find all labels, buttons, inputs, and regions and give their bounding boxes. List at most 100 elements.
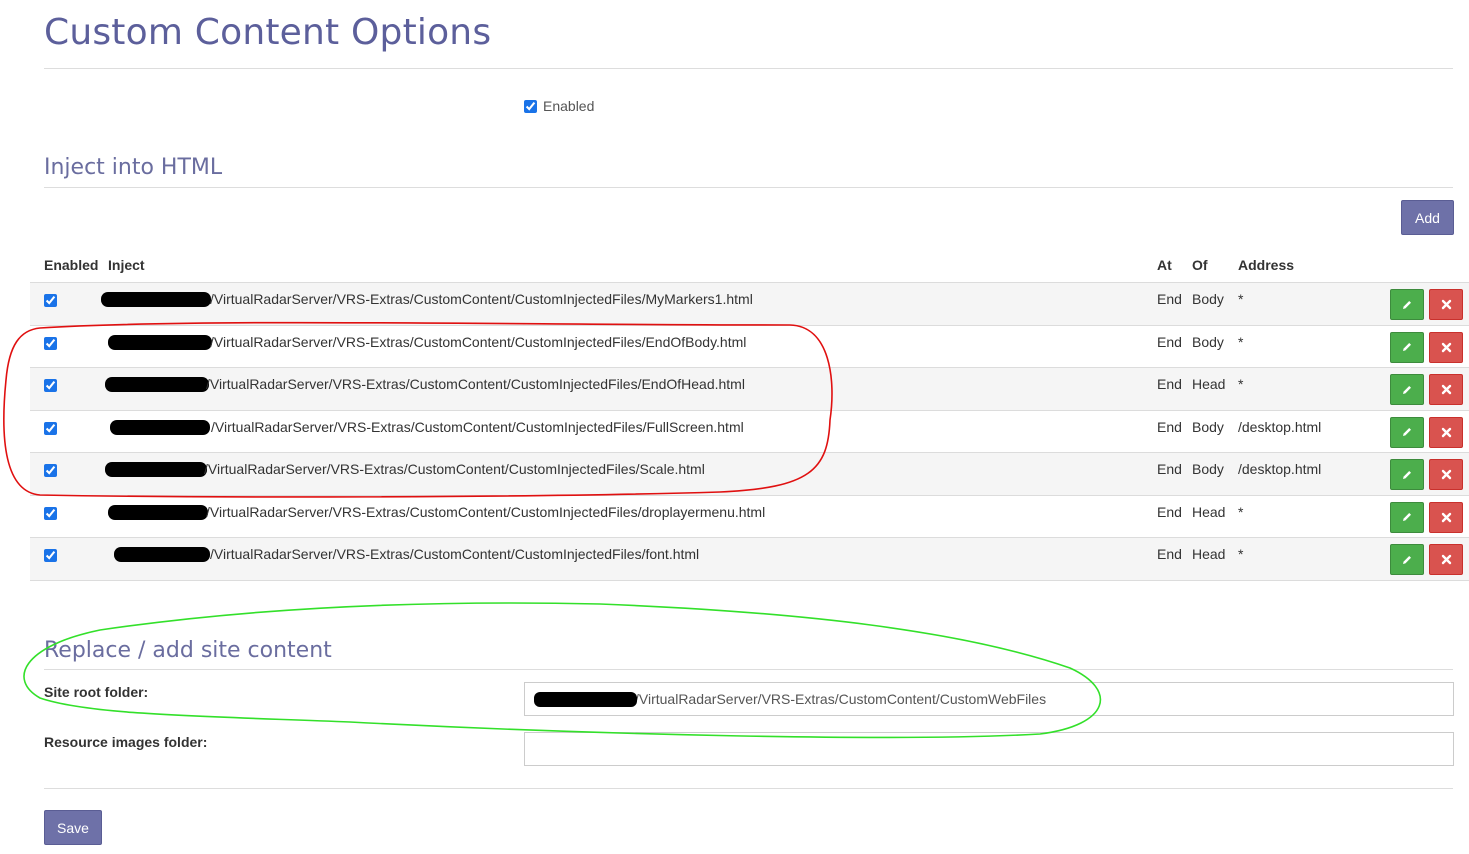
column-header-inject: Inject (108, 257, 145, 273)
table-row: /VirtualRadarServer/VRS-Extras/CustomCon… (30, 409, 1469, 453)
row-enabled-checkbox[interactable] (44, 506, 57, 520)
inject-path: /VirtualRadarServer/VRS-Extras/CustomCon… (204, 461, 705, 477)
delete-button[interactable] (1429, 416, 1463, 448)
edit-button[interactable] (1390, 501, 1424, 533)
delete-button[interactable] (1429, 374, 1463, 405)
inject-path: /VirtualRadarServer/VRS-Extras/CustomCon… (210, 291, 753, 307)
column-header-enabled: Enabled (44, 257, 99, 273)
of-value: Body (1192, 418, 1224, 435)
pencil-icon (1403, 300, 1411, 309)
close-icon (1441, 554, 1451, 565)
column-header-of: Of (1192, 257, 1208, 273)
inject-table: /VirtualRadarServer/VRS-Extras/CustomCon… (30, 282, 1469, 581)
at-value: End (1157, 418, 1182, 435)
edit-button[interactable] (1390, 331, 1424, 363)
redaction-mark (105, 377, 209, 392)
edit-button[interactable] (1390, 289, 1424, 320)
close-icon (1441, 342, 1451, 352)
close-icon (1441, 469, 1451, 480)
table-row: /VirtualRadarServer/VRS-Extras/CustomCon… (30, 324, 1469, 368)
delete-button[interactable] (1429, 289, 1463, 320)
site-divider (44, 669, 1453, 670)
inject-path: /VirtualRadarServer/VRS-Extras/CustomCon… (206, 376, 745, 392)
address-value: /desktop.html (1238, 461, 1322, 477)
enabled-label: Enabled (543, 98, 595, 114)
redaction-mark (110, 419, 210, 435)
address-value: * (1238, 376, 1244, 392)
edit-button[interactable] (1390, 459, 1424, 490)
of-value: Body (1192, 333, 1224, 350)
pencil-icon (1403, 343, 1411, 351)
redaction-mark (114, 547, 210, 562)
resource-images-label: Resource images folder: (44, 734, 208, 750)
pencil-icon (1403, 428, 1411, 436)
of-value: Body (1192, 461, 1224, 477)
close-icon (1441, 512, 1451, 522)
of-value: Head (1192, 503, 1226, 520)
inject-path: /VirtualRadarServer/VRS-Extras/CustomCon… (210, 546, 700, 562)
of-value: Body (1192, 291, 1224, 307)
at-value: End (1157, 376, 1182, 392)
pencil-icon (1403, 555, 1411, 564)
edit-button[interactable] (1390, 544, 1424, 575)
redaction-mark (105, 462, 207, 477)
at-value: End (1157, 503, 1182, 520)
form-divider (44, 788, 1453, 789)
redaction-mark (101, 292, 211, 307)
edit-button[interactable] (1390, 416, 1424, 448)
address-value: * (1238, 291, 1244, 307)
page-title: Custom Content Options (44, 12, 492, 53)
close-icon (1441, 384, 1451, 395)
add-button[interactable]: Add (1401, 200, 1454, 235)
at-value: End (1157, 291, 1182, 307)
title-divider (44, 68, 1453, 69)
resource-images-input[interactable] (524, 732, 1454, 766)
of-value: Head (1192, 376, 1226, 392)
enabled-checkbox[interactable] (524, 99, 537, 113)
inject-divider (44, 187, 1453, 188)
delete-button[interactable] (1429, 331, 1463, 363)
row-enabled-checkbox[interactable] (44, 379, 57, 392)
at-value: End (1157, 461, 1182, 477)
save-button[interactable]: Save (44, 810, 102, 845)
delete-button[interactable] (1429, 544, 1463, 575)
address-value: * (1238, 546, 1244, 562)
at-value: End (1157, 333, 1182, 350)
row-enabled-checkbox[interactable] (44, 336, 57, 350)
row-enabled-checkbox[interactable] (44, 294, 57, 307)
row-enabled-checkbox[interactable] (44, 464, 57, 477)
redaction-mark (108, 334, 212, 350)
delete-button[interactable] (1429, 501, 1463, 533)
address-value: /desktop.html (1238, 418, 1322, 435)
address-value: * (1238, 503, 1244, 520)
at-value: End (1157, 546, 1182, 562)
table-row: /VirtualRadarServer/VRS-Extras/CustomCon… (30, 282, 1469, 325)
site-root-input[interactable] (524, 682, 1454, 716)
table-row: /VirtualRadarServer/VRS-Extras/CustomCon… (30, 494, 1469, 538)
pencil-icon (1403, 470, 1411, 479)
table-row: /VirtualRadarServer/VRS-Extras/CustomCon… (30, 452, 1469, 495)
delete-button[interactable] (1429, 459, 1463, 490)
inject-path: /VirtualRadarServer/VRS-Extras/CustomCon… (210, 333, 747, 350)
table-row: /VirtualRadarServer/VRS-Extras/CustomCon… (30, 537, 1469, 580)
site-section-title: Replace / add site content (44, 638, 332, 663)
address-value: * (1238, 333, 1244, 350)
of-value: Head (1192, 546, 1226, 562)
table-bottom-border (30, 579, 1469, 581)
inject-path: /VirtualRadarServer/VRS-Extras/CustomCon… (206, 503, 766, 520)
green-annotation-circle (23, 602, 1101, 739)
redaction-mark (108, 504, 208, 520)
enabled-toggle[interactable]: Enabled (524, 98, 594, 114)
row-enabled-checkbox[interactable] (44, 421, 57, 435)
redaction-mark (534, 692, 637, 707)
column-header-address: Address (1238, 257, 1295, 273)
inject-section-title: Inject into HTML (44, 155, 223, 180)
inject-path: /VirtualRadarServer/VRS-Extras/CustomCon… (211, 418, 744, 435)
column-header-at: At (1157, 257, 1172, 273)
row-enabled-checkbox[interactable] (44, 549, 57, 562)
close-icon (1441, 299, 1451, 310)
pencil-icon (1403, 513, 1411, 521)
pencil-icon (1403, 385, 1411, 394)
site-root-label: Site root folder: (44, 684, 149, 700)
edit-button[interactable] (1390, 374, 1424, 405)
